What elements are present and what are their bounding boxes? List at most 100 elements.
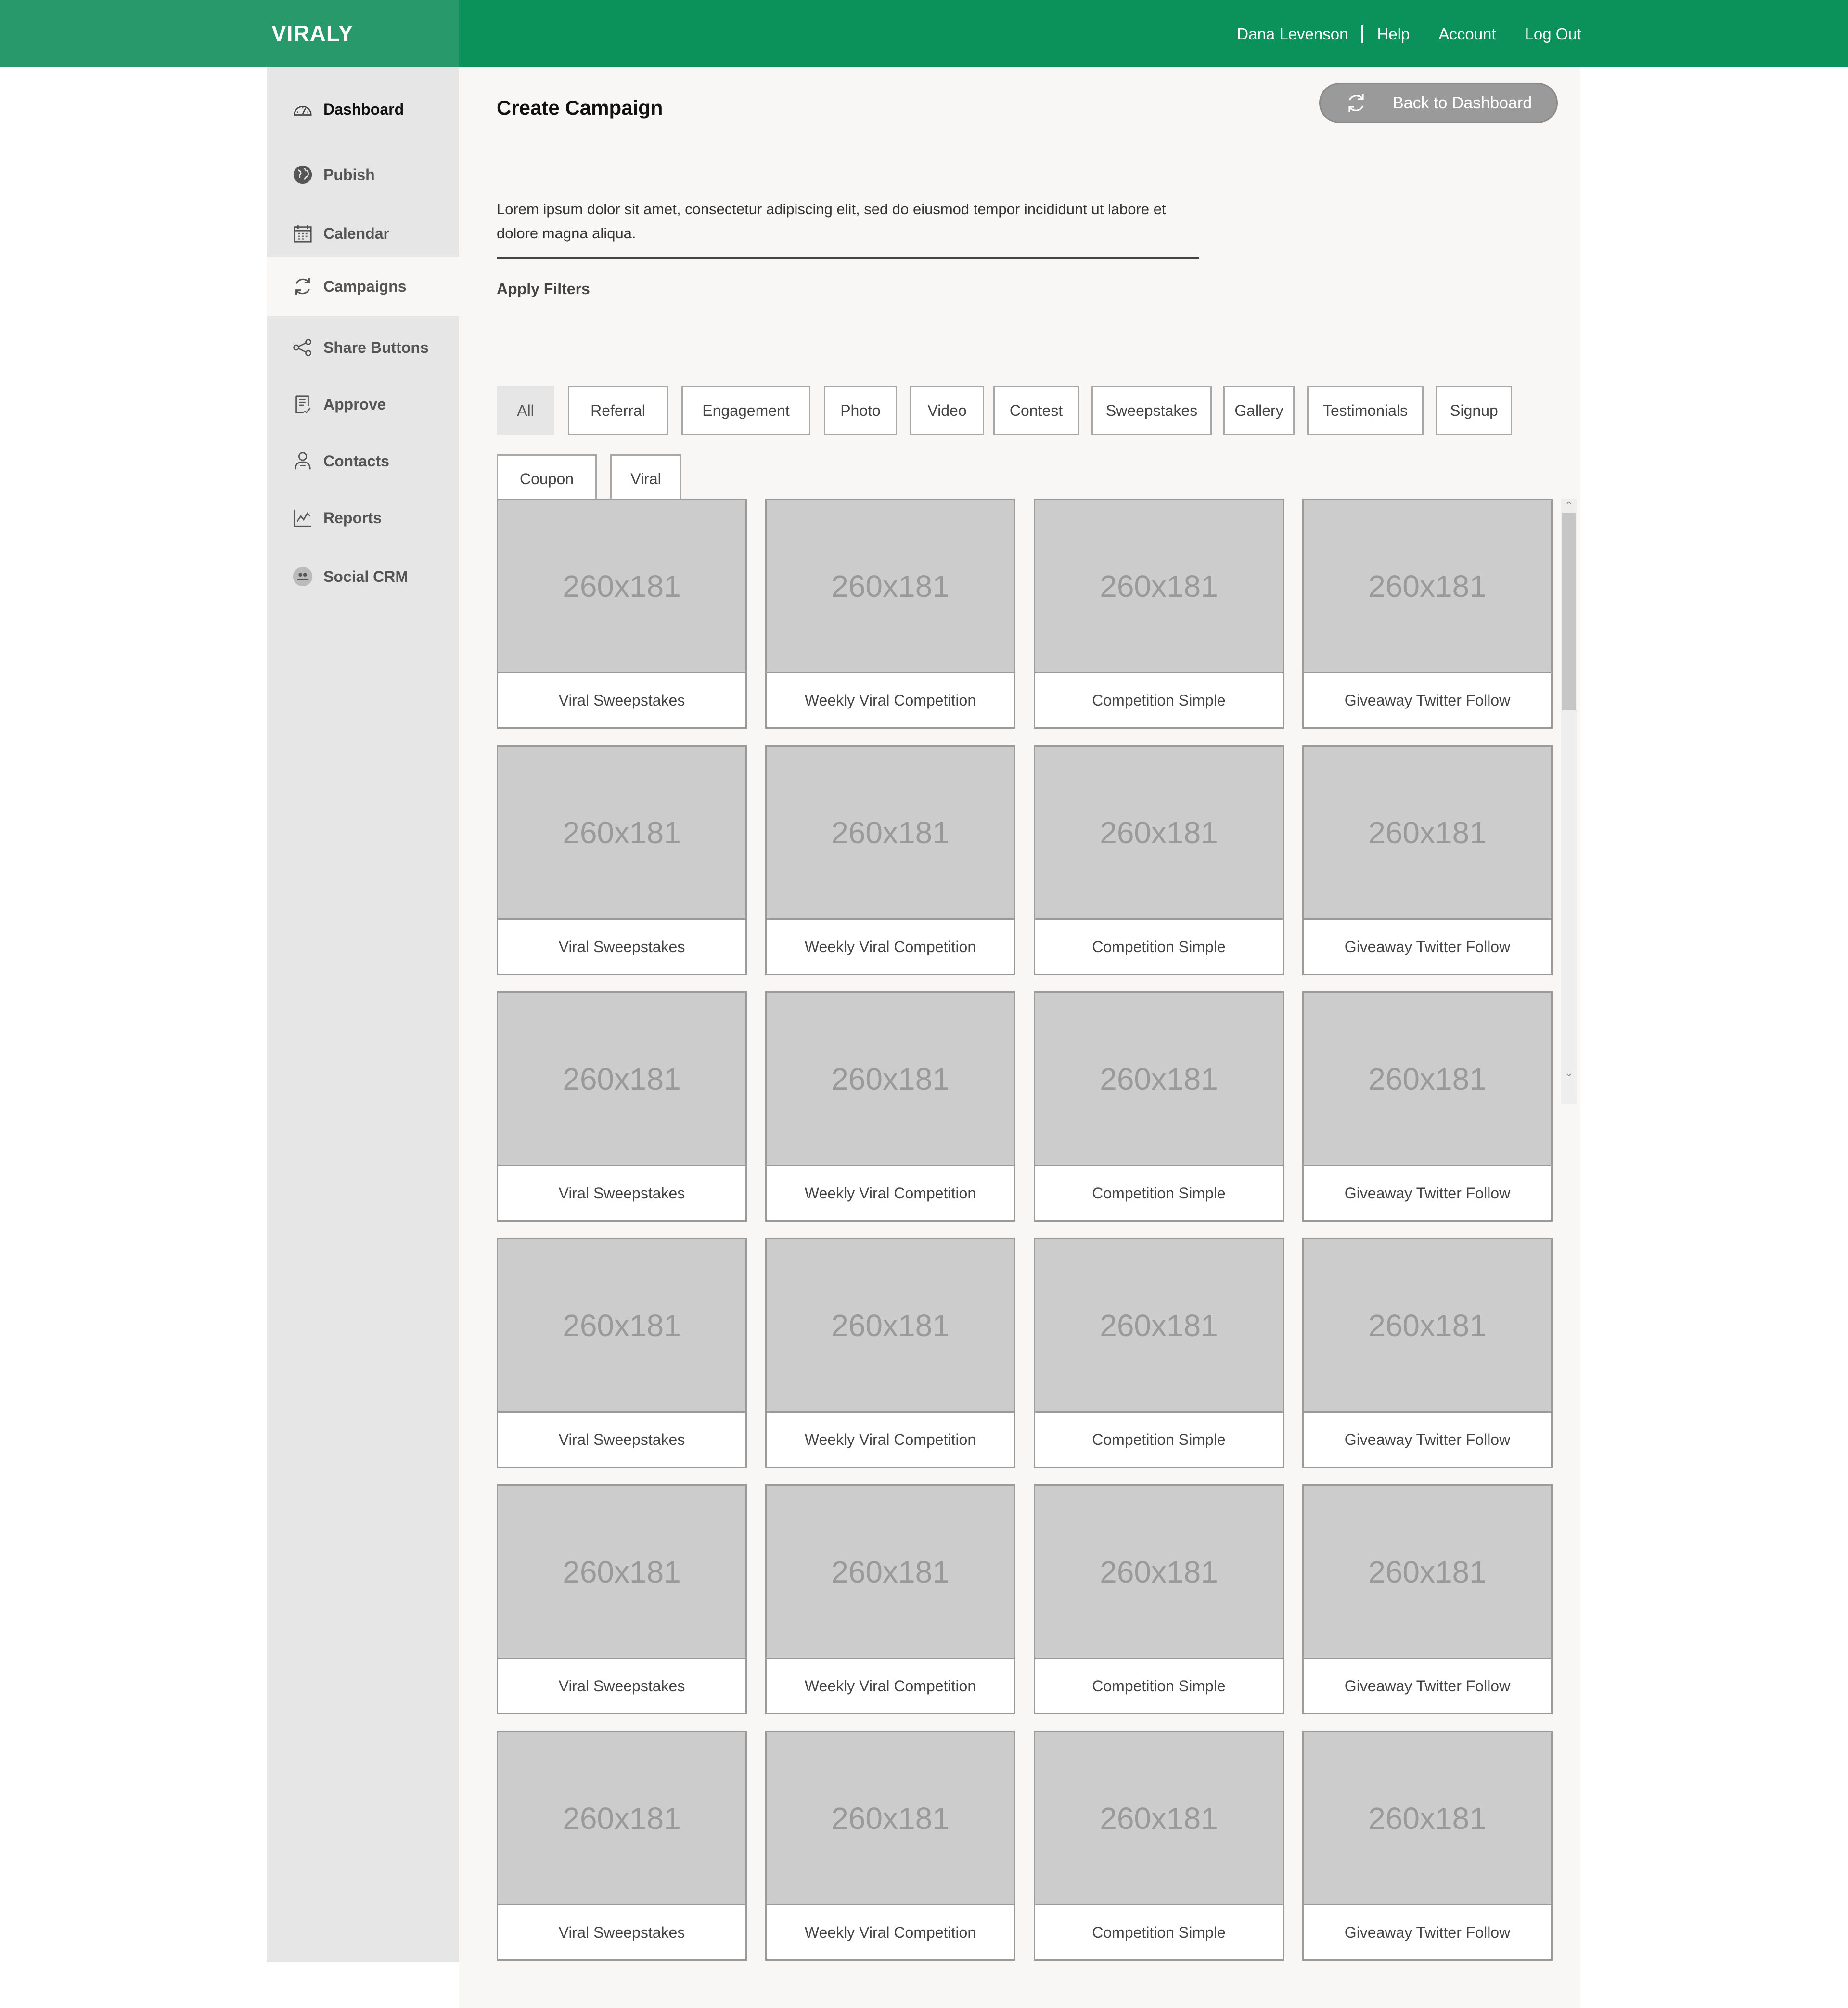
template-card[interactable]: 260x181 Weekly Viral Competition (765, 745, 1015, 975)
template-thumbnail: 260x181 (498, 993, 745, 1166)
template-card[interactable]: 260x181 Giveaway Twitter Follow (1302, 1731, 1553, 1961)
back-to-dashboard-label: Back to Dashboard (1393, 93, 1532, 112)
template-title: Viral Sweepstakes (558, 1677, 685, 1695)
template-card[interactable]: 260x181 Giveaway Twitter Follow (1302, 991, 1553, 1222)
template-card[interactable]: 260x181 Weekly Viral Competition (765, 1484, 1015, 1714)
template-title: Viral Sweepstakes (558, 938, 685, 955)
template-title: Viral Sweepstakes (558, 1184, 685, 1202)
account-link[interactable]: Account (1438, 25, 1496, 43)
sidebar-item-label: Social CRM (323, 567, 409, 585)
filter-chip-referral[interactable]: Referral (568, 386, 668, 435)
sidebar-item-approve[interactable]: Approve (267, 378, 459, 431)
filter-chip-gallery[interactable]: Gallery (1223, 386, 1295, 435)
template-title: Competition Simple (1092, 1184, 1226, 1202)
filter-chip-coupon[interactable]: Coupon (497, 454, 597, 503)
sidebar-item-publish[interactable]: Pubish (267, 148, 459, 201)
template-thumbnail: 260x181 (1304, 1486, 1551, 1659)
help-link[interactable]: Help (1363, 25, 1410, 43)
template-title: Viral Sweepstakes (558, 1430, 685, 1448)
template-card[interactable]: 260x181 Viral Sweepstakes (497, 1731, 747, 1961)
page-title: Create Campaign (497, 96, 663, 119)
filter-chip-testimonials[interactable]: Testimonials (1307, 386, 1424, 435)
template-title: Competition Simple (1092, 1923, 1226, 1941)
template-title: Viral Sweepstakes (558, 691, 685, 709)
sidebar-item-label: Campaigns (323, 277, 407, 295)
template-thumbnail: 260x181 (1035, 1239, 1283, 1413)
template-title: Giveaway Twitter Follow (1344, 1677, 1511, 1695)
template-title: Weekly Viral Competition (804, 1430, 976, 1448)
template-thumbnail: 260x181 (498, 500, 745, 673)
template-thumbnail: 260x181 (1304, 993, 1551, 1166)
template-thumbnail: 260x181 (1304, 1732, 1551, 1905)
template-thumbnail: 260x181 (1035, 993, 1283, 1166)
filter-chip-sweepstakes[interactable]: Sweepstakes (1091, 386, 1212, 435)
sidebar-item-label: Contacts (323, 452, 389, 470)
filter-chip-engagement[interactable]: Engagement (681, 386, 810, 435)
template-thumbnail: 260x181 (767, 993, 1014, 1166)
refresh-icon (1348, 94, 1364, 112)
template-card[interactable]: 260x181 Competition Simple (1034, 499, 1284, 729)
sidebar-item-label: Approve (323, 395, 386, 413)
filter-chip-all[interactable]: All (497, 386, 554, 435)
scroll-up-arrow-icon[interactable]: ⌃ (1561, 499, 1577, 513)
filter-chip-signup[interactable]: Signup (1436, 386, 1512, 435)
template-title: Competition Simple (1092, 938, 1226, 955)
sidebar-item-label: Reports (323, 509, 382, 527)
template-title: Competition Simple (1092, 691, 1226, 709)
template-card[interactable]: 260x181 Giveaway Twitter Follow (1302, 1238, 1553, 1468)
refresh-icon (291, 274, 315, 298)
sidebar-item-label: Pubish (323, 166, 375, 183)
sidebar-item-social-crm[interactable]: Social CRM (267, 550, 459, 603)
line-chart-icon (291, 506, 315, 530)
scroll-down-arrow-icon[interactable]: ⌄ (1561, 1066, 1577, 1080)
template-card[interactable]: 260x181 Viral Sweepstakes (497, 499, 747, 729)
template-card[interactable]: 260x181 Competition Simple (1034, 1731, 1284, 1961)
template-card[interactable]: 260x181 Weekly Viral Competition (765, 991, 1015, 1222)
template-card[interactable]: 260x181 Weekly Viral Competition (765, 1731, 1015, 1961)
template-card[interactable]: 260x181 Viral Sweepstakes (497, 745, 747, 975)
user-name-link[interactable]: Dana Levenson (1237, 25, 1364, 43)
template-thumbnail: 260x181 (767, 747, 1014, 920)
template-card[interactable]: 260x181 Competition Simple (1034, 1238, 1284, 1468)
template-card[interactable]: 260x181 Competition Simple (1034, 1484, 1284, 1714)
filter-chip-video[interactable]: Video (910, 386, 984, 435)
filter-chip-photo[interactable]: Photo (824, 386, 897, 435)
main-panel: Create Campaign Back to Dashboard Lorem … (459, 67, 1580, 2008)
template-thumbnail: 260x181 (1035, 747, 1283, 920)
template-title: Weekly Viral Competition (804, 1677, 976, 1695)
campaign-description: Lorem ipsum dolor sit amet, consectetur … (497, 197, 1199, 259)
user-icon (291, 449, 315, 473)
template-thumbnail: 260x181 (767, 1239, 1014, 1413)
template-title: Giveaway Twitter Follow (1344, 691, 1511, 709)
speedometer-icon (291, 97, 315, 121)
template-card[interactable]: 260x181 Viral Sweepstakes (497, 1484, 747, 1714)
logout-link[interactable]: Log Out (1525, 25, 1581, 43)
template-card[interactable]: 260x181 Giveaway Twitter Follow (1302, 499, 1553, 729)
template-title: Weekly Viral Competition (804, 691, 976, 709)
sidebar-item-share-buttons[interactable]: Share Buttons (267, 321, 459, 374)
sidebar-item-reports[interactable]: Reports (267, 491, 459, 544)
sidebar-item-campaigns[interactable]: Campaigns (267, 257, 459, 316)
sidebar-item-label: Share Buttons (323, 338, 429, 356)
scrollbar-thumb[interactable] (1562, 513, 1576, 710)
template-title: Giveaway Twitter Follow (1344, 1430, 1511, 1448)
template-card[interactable]: 260x181 Competition Simple (1034, 745, 1284, 975)
sidebar-item-dashboard[interactable]: Dashboard (267, 83, 459, 136)
filter-chip-contest[interactable]: Contest (993, 386, 1079, 435)
template-card[interactable]: 260x181 Giveaway Twitter Follow (1302, 745, 1553, 975)
template-card[interactable]: 260x181 Competition Simple (1034, 991, 1284, 1222)
sidebar-item-calendar[interactable]: Calendar (267, 207, 459, 260)
brand-logo[interactable]: VIRALY (271, 20, 353, 46)
template-card[interactable]: 260x181 Weekly Viral Competition (765, 1238, 1015, 1468)
template-card[interactable]: 260x181 Weekly Viral Competition (765, 499, 1015, 729)
template-thumbnail: 260x181 (498, 1239, 745, 1413)
template-card[interactable]: 260x181 Viral Sweepstakes (497, 1238, 747, 1468)
back-to-dashboard-button[interactable]: Back to Dashboard (1319, 83, 1558, 123)
template-thumbnail: 260x181 (1035, 500, 1283, 673)
sidebar-item-contacts[interactable]: Contacts (267, 435, 459, 488)
template-card[interactable]: 260x181 Giveaway Twitter Follow (1302, 1484, 1553, 1714)
grid-scrollbar[interactable]: ⌃ ⌄ (1561, 499, 1577, 1104)
template-title: Weekly Viral Competition (804, 938, 976, 955)
filter-chip-viral[interactable]: Viral (610, 454, 681, 503)
template-card[interactable]: 260x181 Viral Sweepstakes (497, 991, 747, 1222)
